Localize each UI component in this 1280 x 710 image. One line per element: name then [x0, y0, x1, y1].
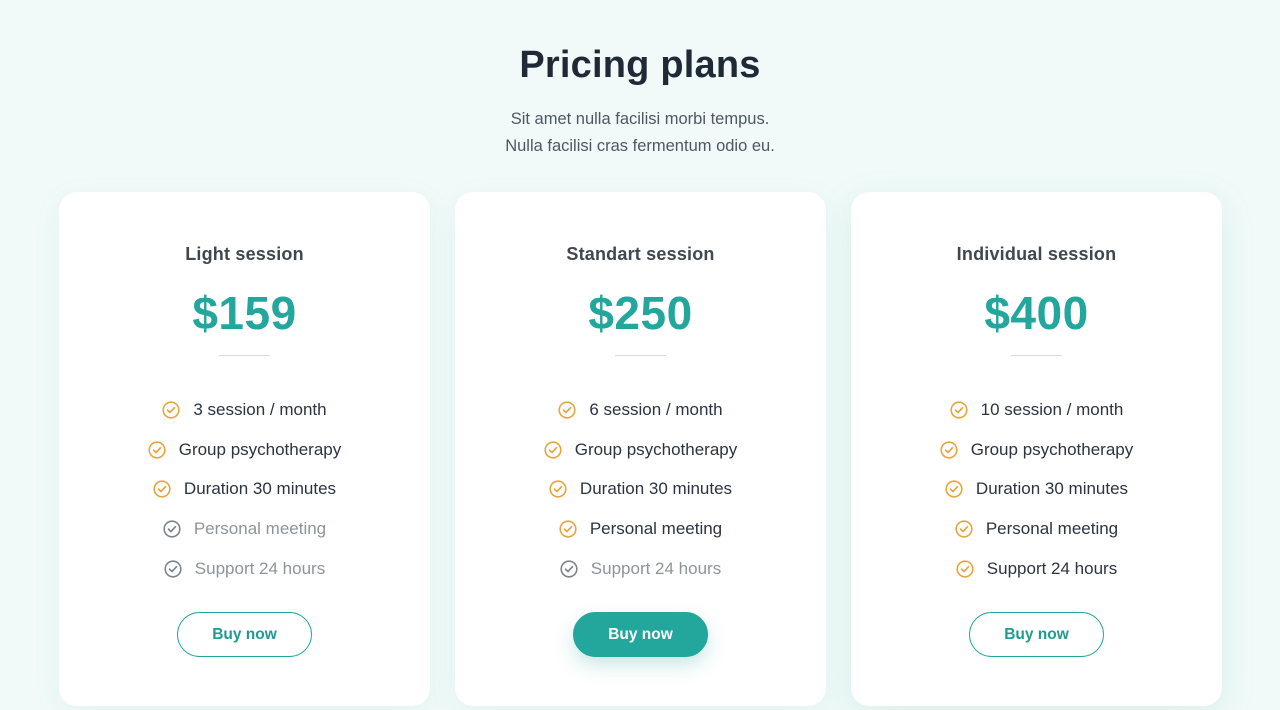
- buy-now-button[interactable]: Buy now: [177, 612, 312, 657]
- pricing-card-standart: Standart session $250 6 session / month …: [455, 192, 826, 706]
- feature-item: 10 session / month: [851, 390, 1222, 430]
- check-circle-icon: [163, 520, 181, 538]
- check-circle-icon: [153, 480, 171, 499]
- feature-item: Support 24 hours: [851, 549, 1222, 589]
- check-circle-icon: [164, 560, 182, 578]
- plan-name: Standart session: [566, 244, 715, 264]
- check-circle-icon: [549, 480, 567, 499]
- feature-label: Support 24 hours: [986, 559, 1118, 579]
- plan-name: Individual session: [956, 244, 1117, 264]
- feature-label: Personal meeting: [589, 519, 723, 539]
- check-circle-icon: [558, 401, 576, 419]
- buy-now-button[interactable]: Buy now: [969, 612, 1104, 657]
- feature-label: Duration 30 minutes: [579, 479, 733, 499]
- check-circle-icon: [955, 520, 973, 538]
- pricing-section: Pricing plans Sit amet nulla facilisi mo…: [0, 0, 1280, 710]
- divider: [219, 355, 270, 356]
- feature-item: 6 session / month: [455, 390, 826, 430]
- check-circle-icon: [950, 401, 968, 419]
- feature-item: 3 session / month: [59, 390, 430, 430]
- feature-label: 3 session / month: [193, 399, 327, 419]
- buy-now-button[interactable]: Buy now: [573, 612, 708, 657]
- check-circle-icon: [162, 401, 180, 419]
- divider: [615, 355, 666, 356]
- check-circle-icon: [945, 480, 963, 499]
- feature-item: Group psychotherapy: [851, 430, 1222, 470]
- feature-item: Personal meeting: [851, 509, 1222, 549]
- feature-item: Support 24 hours: [59, 549, 430, 589]
- feature-label: Group psychotherapy: [178, 439, 342, 459]
- plan-price: $159: [192, 287, 297, 339]
- feature-label: Group psychotherapy: [970, 439, 1134, 459]
- page-subtitle: Sit amet nulla facilisi morbi tempus. Nu…: [0, 106, 1280, 160]
- feature-list: 10 session / month Group psychotherapy D…: [851, 390, 1222, 589]
- check-circle-icon: [559, 520, 577, 538]
- feature-item: Group psychotherapy: [455, 430, 826, 470]
- feature-item: Duration 30 minutes: [851, 470, 1222, 510]
- plan-name: Light session: [185, 244, 304, 264]
- feature-label: Support 24 hours: [590, 559, 722, 579]
- feature-label: Personal meeting: [985, 519, 1119, 539]
- feature-label: 6 session / month: [589, 399, 723, 419]
- subtitle-line-2: Nulla facilisi cras fermentum odio eu.: [505, 137, 775, 155]
- feature-item: Personal meeting: [455, 509, 826, 549]
- feature-item: Personal meeting: [59, 509, 430, 549]
- pricing-card-individual: Individual session $400 10 session / mon…: [851, 192, 1222, 706]
- pricing-card-light: Light session $159 3 session / month Gro…: [59, 192, 430, 706]
- feature-item: Duration 30 minutes: [455, 470, 826, 510]
- subtitle-line-1: Sit amet nulla facilisi morbi tempus.: [510, 110, 770, 128]
- plan-price: $400: [984, 287, 1089, 339]
- feature-label: Personal meeting: [193, 519, 327, 539]
- plan-price: $250: [588, 287, 693, 339]
- feature-list: 3 session / month Group psychotherapy Du…: [59, 390, 430, 589]
- feature-label: 10 session / month: [980, 399, 1124, 419]
- check-circle-icon: [148, 441, 166, 459]
- feature-item: Group psychotherapy: [59, 430, 430, 470]
- feature-label: Support 24 hours: [194, 559, 326, 579]
- page-title: Pricing plans: [519, 44, 761, 86]
- feature-item: Duration 30 minutes: [59, 470, 430, 510]
- check-circle-icon: [544, 441, 562, 459]
- feature-list: 6 session / month Group psychotherapy Du…: [455, 390, 826, 589]
- check-circle-icon: [560, 560, 578, 578]
- feature-label: Duration 30 minutes: [975, 479, 1129, 499]
- feature-label: Group psychotherapy: [574, 439, 738, 459]
- divider: [1011, 355, 1062, 356]
- feature-item: Support 24 hours: [455, 549, 826, 589]
- feature-label: Duration 30 minutes: [183, 479, 337, 499]
- check-circle-icon: [956, 560, 974, 578]
- check-circle-icon: [940, 441, 958, 459]
